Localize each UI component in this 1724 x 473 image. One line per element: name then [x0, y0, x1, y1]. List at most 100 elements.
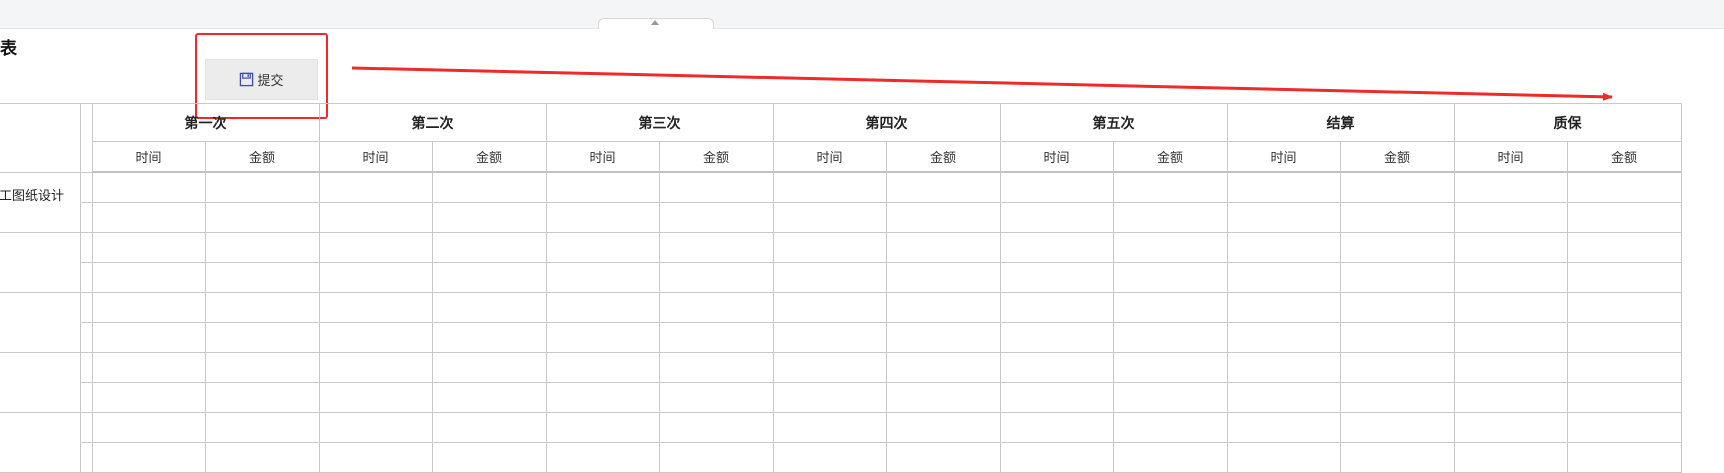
time-cell[interactable] — [91, 412, 206, 443]
amount-cell[interactable] — [885, 322, 1001, 353]
amount-cell[interactable] — [1339, 262, 1455, 293]
time-cell[interactable] — [1226, 232, 1341, 263]
time-cell[interactable] — [91, 171, 206, 203]
time-cell[interactable] — [318, 171, 433, 203]
amount-cell[interactable] — [1339, 202, 1455, 233]
amount-cell[interactable] — [1339, 442, 1455, 473]
time-cell[interactable] — [1226, 292, 1341, 323]
time-cell[interactable] — [318, 322, 433, 353]
time-cell[interactable] — [1453, 232, 1568, 263]
time-cell[interactable] — [91, 262, 206, 293]
amount-cell[interactable] — [1566, 322, 1682, 353]
time-cell[interactable] — [318, 382, 433, 413]
amount-cell[interactable] — [1112, 232, 1228, 263]
time-cell[interactable] — [1453, 322, 1568, 353]
amount-cell[interactable] — [885, 171, 1001, 203]
time-cell[interactable] — [999, 171, 1114, 203]
amount-cell[interactable] — [885, 202, 1001, 233]
time-cell[interactable] — [999, 292, 1114, 323]
amount-cell[interactable] — [885, 232, 1001, 263]
time-cell[interactable] — [1453, 382, 1568, 413]
amount-cell[interactable] — [658, 292, 774, 323]
amount-cell[interactable] — [204, 412, 320, 443]
amount-cell[interactable] — [431, 382, 547, 413]
amount-cell[interactable] — [1339, 382, 1455, 413]
amount-cell[interactable] — [1566, 382, 1682, 413]
amount-cell[interactable] — [885, 262, 1001, 293]
amount-cell[interactable] — [658, 442, 774, 473]
time-cell[interactable] — [545, 171, 660, 203]
amount-cell[interactable] — [431, 232, 547, 263]
time-cell[interactable] — [772, 292, 887, 323]
time-cell[interactable] — [91, 442, 206, 473]
amount-cell[interactable] — [431, 171, 547, 203]
time-cell[interactable] — [91, 322, 206, 353]
time-cell[interactable] — [772, 382, 887, 413]
amount-cell[interactable] — [885, 382, 1001, 413]
time-cell[interactable] — [1226, 412, 1341, 443]
time-cell[interactable] — [318, 202, 433, 233]
time-cell[interactable] — [545, 202, 660, 233]
amount-cell[interactable] — [1112, 322, 1228, 353]
amount-cell[interactable] — [204, 382, 320, 413]
amount-cell[interactable] — [885, 292, 1001, 323]
amount-cell[interactable] — [1566, 232, 1682, 263]
amount-cell[interactable] — [1112, 292, 1228, 323]
time-cell[interactable] — [91, 352, 206, 383]
time-cell[interactable] — [1453, 202, 1568, 233]
time-cell[interactable] — [318, 262, 433, 293]
time-cell[interactable] — [318, 292, 433, 323]
time-cell[interactable] — [772, 171, 887, 203]
amount-cell[interactable] — [431, 352, 547, 383]
amount-cell[interactable] — [204, 171, 320, 203]
time-cell[interactable] — [318, 352, 433, 383]
amount-cell[interactable] — [204, 232, 320, 263]
amount-cell[interactable] — [204, 322, 320, 353]
amount-cell[interactable] — [204, 202, 320, 233]
amount-cell[interactable] — [1566, 202, 1682, 233]
time-cell[interactable] — [545, 232, 660, 263]
time-cell[interactable] — [318, 232, 433, 263]
amount-cell[interactable] — [1112, 171, 1228, 203]
time-cell[interactable] — [91, 232, 206, 263]
amount-cell[interactable] — [885, 412, 1001, 443]
amount-cell[interactable] — [658, 171, 774, 203]
time-cell[interactable] — [1453, 442, 1568, 473]
time-cell[interactable] — [545, 352, 660, 383]
time-cell[interactable] — [999, 322, 1114, 353]
time-cell[interactable] — [772, 262, 887, 293]
time-cell[interactable] — [91, 202, 206, 233]
time-cell[interactable] — [545, 292, 660, 323]
time-cell[interactable] — [545, 442, 660, 473]
amount-cell[interactable] — [1566, 262, 1682, 293]
time-cell[interactable] — [999, 352, 1114, 383]
time-cell[interactable] — [1453, 292, 1568, 323]
time-cell[interactable] — [545, 262, 660, 293]
time-cell[interactable] — [999, 202, 1114, 233]
amount-cell[interactable] — [1339, 352, 1455, 383]
amount-cell[interactable] — [1566, 442, 1682, 473]
time-cell[interactable] — [91, 382, 206, 413]
time-cell[interactable] — [318, 412, 433, 443]
collapse-toggle[interactable] — [598, 18, 714, 29]
time-cell[interactable] — [772, 232, 887, 263]
time-cell[interactable] — [772, 202, 887, 233]
amount-cell[interactable] — [658, 232, 774, 263]
time-cell[interactable] — [772, 352, 887, 383]
time-cell[interactable] — [999, 262, 1114, 293]
amount-cell[interactable] — [1339, 171, 1455, 203]
amount-cell[interactable] — [431, 322, 547, 353]
time-cell[interactable] — [999, 442, 1114, 473]
amount-cell[interactable] — [658, 352, 774, 383]
amount-cell[interactable] — [658, 412, 774, 443]
time-cell[interactable] — [1226, 171, 1341, 203]
amount-cell[interactable] — [431, 202, 547, 233]
time-cell[interactable] — [999, 382, 1114, 413]
amount-cell[interactable] — [1566, 352, 1682, 383]
time-cell[interactable] — [1226, 352, 1341, 383]
amount-cell[interactable] — [431, 262, 547, 293]
amount-cell[interactable] — [1339, 412, 1455, 443]
amount-cell[interactable] — [204, 442, 320, 473]
amount-cell[interactable] — [204, 292, 320, 323]
amount-cell[interactable] — [658, 262, 774, 293]
